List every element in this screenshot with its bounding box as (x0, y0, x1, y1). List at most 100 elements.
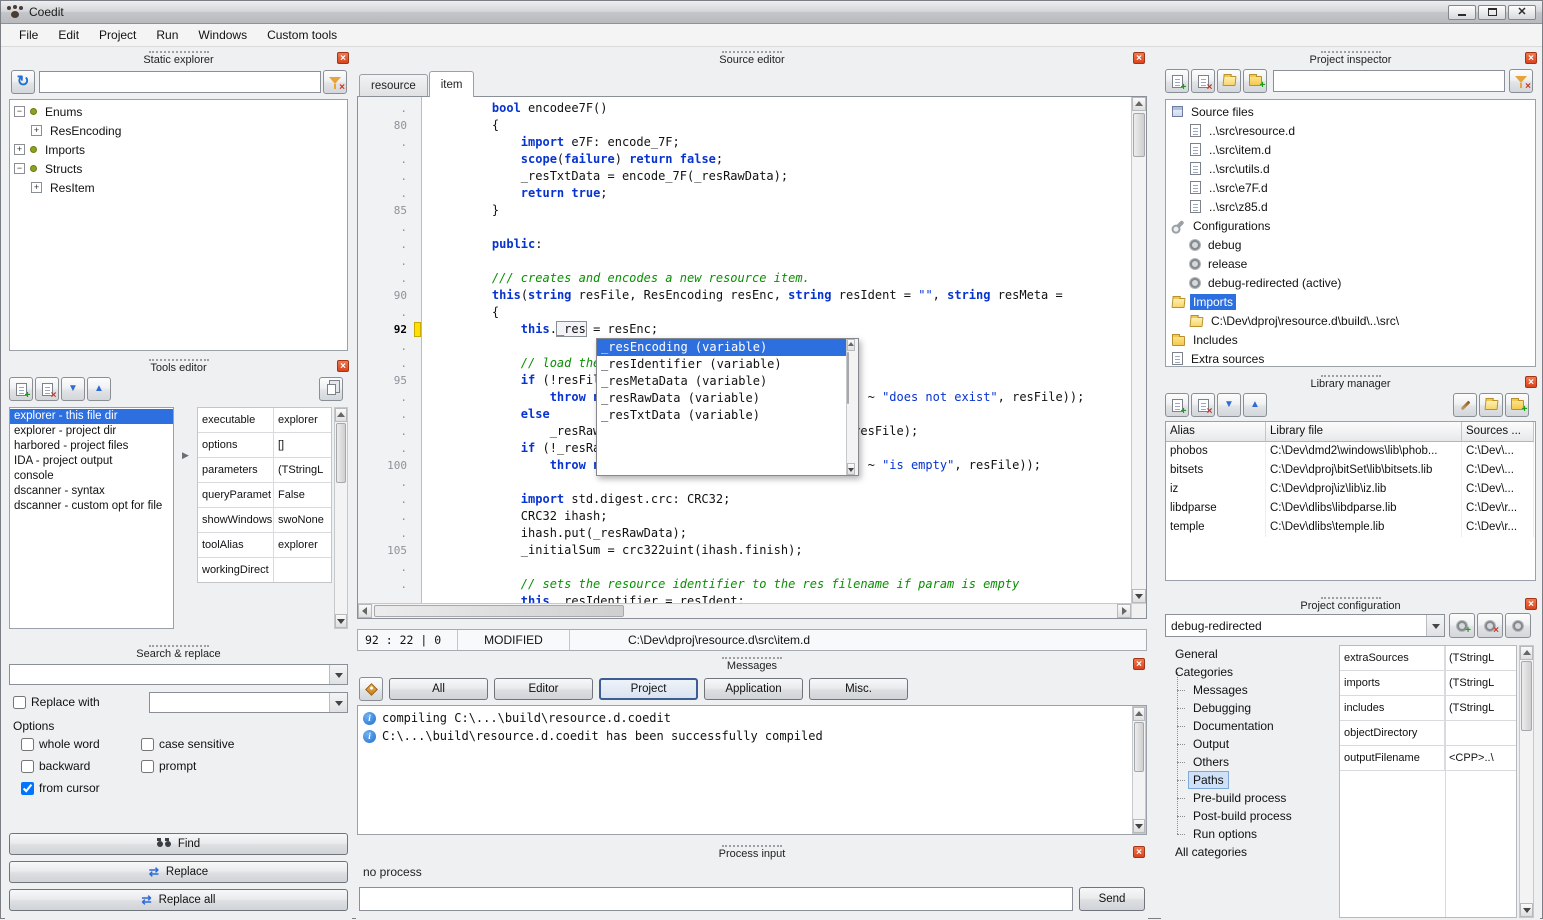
project-filter-button[interactable] (1509, 69, 1533, 93)
property-value[interactable]: explorer (274, 408, 331, 432)
add-folder-button[interactable] (1243, 69, 1267, 93)
completion-item[interactable]: _resIdentifier (variable) (597, 356, 846, 373)
property-row[interactable]: showWindowsswoNone (198, 508, 331, 533)
config-scrollbar[interactable] (1519, 645, 1534, 918)
column-header[interactable]: Library file (1266, 422, 1462, 442)
expander-icon[interactable]: + (31, 182, 42, 193)
editor-vscrollbar[interactable] (1131, 97, 1146, 603)
property-value[interactable]: [] (274, 433, 331, 457)
menu-item[interactable]: Project (89, 25, 146, 45)
tree-row[interactable]: ..\src\e7F.d (1166, 178, 1535, 197)
expander-icon[interactable]: + (31, 125, 42, 136)
property-value[interactable]: (TStringL (1445, 646, 1516, 670)
column-header[interactable]: Sources ... (1462, 422, 1534, 442)
tree-row[interactable]: ..\src\resource.d (1166, 121, 1535, 140)
category-item[interactable]: Run options (1165, 825, 1319, 843)
completion-item[interactable]: _resMetaData (variable) (597, 373, 846, 390)
property-value[interactable]: (TStringL (1445, 671, 1516, 695)
menu-item[interactable]: Windows (188, 25, 257, 45)
property-value[interactable] (274, 558, 331, 582)
tree-row[interactable]: Source files (1166, 102, 1535, 121)
tree-row[interactable]: ..\src\utils.d (1166, 159, 1535, 178)
scroll-up-icon[interactable] (847, 339, 855, 351)
property-value[interactable]: <CPP>..\ (1445, 746, 1516, 770)
tree-row[interactable]: Imports (1166, 292, 1535, 311)
move-library-down-button[interactable]: ▼ (1217, 393, 1241, 417)
panel-close-icon[interactable]: × (337, 52, 349, 64)
category-item[interactable]: Output (1165, 735, 1319, 753)
select-library-file-button[interactable] (1479, 393, 1503, 417)
remove-tool-button[interactable] (35, 377, 59, 401)
property-row[interactable]: workingDirect (198, 558, 331, 583)
message-filter-button[interactable]: Misc. (809, 678, 908, 700)
checkbox[interactable] (141, 760, 154, 773)
scroll-up-icon[interactable] (1132, 97, 1146, 111)
table-row[interactable]: templeC:\Dev\dlibs\temple.libC:\Dev\r... (1166, 518, 1535, 537)
maximize-button[interactable] (1478, 5, 1506, 20)
menu-item[interactable]: Edit (48, 25, 89, 45)
chevron-down-icon[interactable] (1426, 615, 1444, 636)
tool-item[interactable]: dscanner - custom opt for file (10, 499, 173, 514)
column-header[interactable]: Alias (1166, 422, 1266, 442)
chevron-down-icon[interactable] (329, 693, 347, 712)
tree-row[interactable]: +Imports (10, 140, 347, 159)
message-filter-button[interactable]: All (389, 678, 488, 700)
panel-close-icon[interactable]: × (1525, 376, 1537, 388)
checkbox[interactable] (21, 760, 34, 773)
replace-combo[interactable] (149, 692, 348, 713)
category-item[interactable]: Pre-build process (1165, 789, 1319, 807)
property-row[interactable]: executableexplorer (198, 408, 331, 433)
checkbox[interactable] (13, 696, 26, 709)
tree-row[interactable]: ..\src\z85.d (1166, 197, 1535, 216)
send-button[interactable]: Send (1079, 887, 1145, 911)
delete-config-button[interactable] (1477, 613, 1503, 638)
menu-item[interactable]: File (9, 25, 48, 45)
configuration-select[interactable]: debug-redirected (1165, 614, 1445, 637)
completion-scrollbar[interactable] (846, 339, 858, 475)
minimize-button[interactable] (1448, 5, 1476, 20)
add-tool-button[interactable] (9, 377, 33, 401)
checkbox[interactable] (21, 782, 34, 795)
panel-grip[interactable] (722, 845, 782, 847)
scroll-down-icon[interactable] (1133, 819, 1145, 833)
add-source-button[interactable] (1165, 69, 1189, 93)
message-item[interactable]: icompiling C:\...\build\resource.d.coedi… (358, 709, 1146, 727)
remove-source-button[interactable] (1191, 69, 1215, 93)
tree-row[interactable]: debug (1166, 235, 1535, 254)
checkbox[interactable] (21, 738, 34, 751)
scroll-right-icon[interactable] (1117, 604, 1131, 618)
tree-row[interactable]: Extra sources (1166, 349, 1535, 367)
property-row[interactable]: options[] (198, 433, 331, 458)
option-prompt[interactable]: prompt (141, 759, 345, 773)
message-tag-button[interactable] (359, 677, 383, 701)
refresh-button[interactable]: ↻ (11, 70, 35, 94)
open-folder-button[interactable] (1217, 69, 1241, 93)
panel-grip[interactable] (722, 657, 782, 659)
category-item[interactable]: Documentation (1165, 717, 1319, 735)
tree-row[interactable]: C:\Dev\dproj\resource.d\build\..\src\ (1166, 311, 1535, 330)
messages-scrollbar[interactable] (1132, 706, 1146, 834)
scroll-down-icon[interactable] (1132, 589, 1146, 603)
tree-row[interactable]: debug-redirected (active) (1166, 273, 1535, 292)
scroll-down-icon[interactable] (335, 614, 347, 628)
panel-grip[interactable] (1321, 375, 1381, 377)
filter-clear-button[interactable] (323, 70, 347, 94)
clone-config-button[interactable] (1505, 613, 1531, 638)
close-button[interactable]: ✕ (1508, 5, 1536, 20)
scroll-up-icon[interactable] (1520, 646, 1533, 660)
category-item[interactable]: Messages (1165, 681, 1319, 699)
tool-item[interactable]: harbored - project files (10, 439, 173, 454)
option-case-sensitive[interactable]: case sensitive (141, 737, 345, 751)
replace-button[interactable]: ⇄Replace (9, 861, 348, 883)
message-item[interactable]: iC:\...\build\resource.d.coedit has been… (358, 727, 1146, 745)
select-sources-folder-button[interactable] (1505, 393, 1529, 417)
tree-row[interactable]: +ResEncoding (10, 121, 347, 140)
panel-close-icon[interactable]: × (1133, 52, 1145, 64)
tree-row[interactable]: −Enums (10, 102, 347, 121)
project-search-input[interactable] (1273, 70, 1505, 92)
chevron-down-icon[interactable] (329, 665, 347, 684)
panel-close-icon[interactable]: × (1133, 846, 1145, 858)
property-row[interactable]: queryParametFalse (198, 483, 331, 508)
find-button[interactable]: Find (9, 833, 348, 855)
clone-tool-button[interactable] (319, 377, 343, 401)
